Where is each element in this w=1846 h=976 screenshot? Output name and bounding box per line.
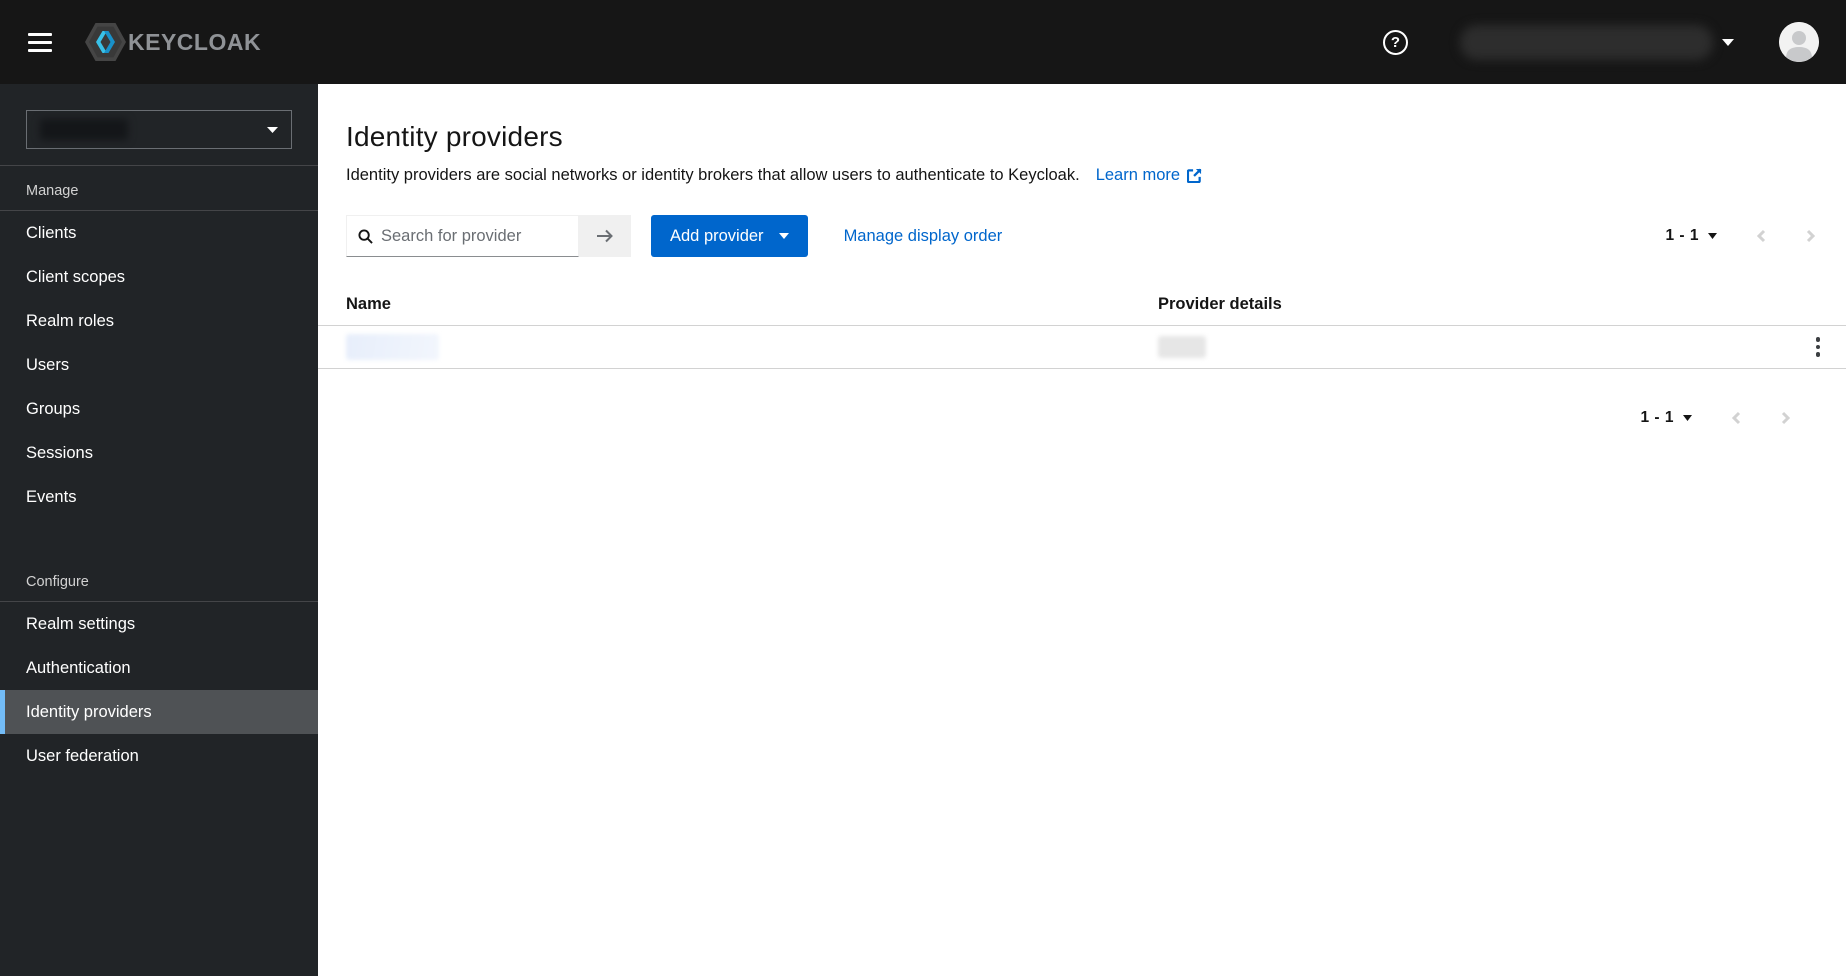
chevron-right-icon — [1781, 411, 1791, 425]
sidebar-item-sessions[interactable]: Sessions — [0, 431, 318, 475]
provider-details-cell — [1158, 336, 1790, 358]
pagination-options-caret-icon[interactable] — [1683, 415, 1692, 421]
sidebar-item-client-scopes[interactable]: Client scopes — [0, 255, 318, 299]
realm-selector[interactable] — [26, 110, 292, 149]
pagination-range: 1 - 1 — [1665, 227, 1699, 244]
page-description: Identity providers are social networks o… — [346, 166, 1817, 185]
keycloak-logo: KEYCLOAK — [85, 23, 261, 61]
page-description-text: Identity providers are social networks o… — [346, 166, 1080, 184]
keycloak-hexagon-icon — [85, 23, 126, 61]
nav-group-manage: Manage Clients Client scopes Realm roles… — [0, 165, 318, 519]
nav-group-configure-label: Configure — [0, 557, 318, 602]
nav-toggle-icon[interactable] — [28, 32, 52, 52]
realm-selector-caret-icon — [267, 126, 278, 133]
redacted-provider-details — [1158, 336, 1206, 358]
add-provider-label: Add provider — [670, 226, 764, 245]
learn-more-link[interactable]: Learn more — [1096, 166, 1202, 185]
pagination-range: 1 - 1 — [1640, 409, 1674, 426]
column-header-provider-details: Provider details — [1158, 295, 1282, 313]
row-kebab-menu-icon[interactable] — [1812, 333, 1825, 361]
sidebar-item-identity-providers[interactable]: Identity providers — [0, 690, 318, 734]
sidebar-item-authentication[interactable]: Authentication — [0, 646, 318, 690]
table-row — [318, 326, 1846, 369]
search-input[interactable] — [381, 226, 578, 246]
add-provider-caret-icon — [778, 233, 789, 239]
chevron-left-icon — [1731, 411, 1741, 425]
external-link-icon — [1187, 168, 1202, 183]
redacted-username[interactable] — [1460, 24, 1713, 60]
chevron-right-icon — [1806, 229, 1816, 243]
column-header-name: Name — [346, 295, 391, 313]
brand-text: KEYCLOAK — [128, 28, 262, 55]
add-provider-button[interactable]: Add provider — [651, 215, 808, 257]
table-header: Name Provider details — [318, 285, 1846, 326]
sidebar: Manage Clients Client scopes Realm roles… — [0, 84, 318, 976]
sidebar-item-realm-settings[interactable]: Realm settings — [0, 602, 318, 646]
providers-table: Name Provider details — [318, 285, 1846, 369]
avatar[interactable] — [1779, 22, 1819, 62]
provider-name-cell — [318, 334, 1158, 360]
help-icon[interactable]: ? — [1383, 29, 1408, 55]
search-box — [346, 215, 579, 257]
sidebar-item-groups[interactable]: Groups — [0, 387, 318, 431]
pagination-bottom: 1 - 1 — [346, 409, 1792, 427]
keycloak-admin-console: KEYCLOAK ? Manage Clients Client scopes … — [0, 0, 1846, 976]
nav-group-manage-label: Manage — [0, 166, 318, 211]
arrow-right-icon — [597, 229, 613, 243]
sidebar-item-user-federation[interactable]: User federation — [0, 734, 318, 778]
sidebar-item-clients[interactable]: Clients — [0, 211, 318, 255]
sidebar-item-events[interactable]: Events — [0, 475, 318, 519]
main-content: Identity providers Identity providers ar… — [318, 84, 1846, 976]
search-icon — [358, 228, 373, 244]
previous-page-button[interactable] — [1755, 228, 1767, 244]
masthead: KEYCLOAK ? — [0, 0, 1846, 84]
next-page-button[interactable] — [1780, 410, 1792, 426]
page-title: Identity providers — [346, 121, 563, 152]
learn-more-label: Learn more — [1095, 166, 1181, 184]
toolbar: Add provider Manage display order 1 - 1 — [346, 215, 1817, 257]
sidebar-item-realm-roles[interactable]: Realm roles — [0, 299, 318, 343]
redacted-provider-name-link[interactable] — [346, 334, 439, 360]
pagination-options-caret-icon[interactable] — [1708, 233, 1717, 239]
redacted-realm-name — [40, 119, 128, 140]
next-page-button[interactable] — [1805, 228, 1817, 244]
manage-display-order-link[interactable]: Manage display order — [844, 227, 1003, 246]
nav-group-configure: Configure Realm settings Authentication … — [0, 557, 318, 778]
sidebar-item-users[interactable]: Users — [0, 343, 318, 387]
chevron-left-icon — [1756, 229, 1766, 243]
search-submit-button[interactable] — [579, 215, 631, 257]
previous-page-button[interactable] — [1730, 410, 1742, 426]
pagination-top: 1 - 1 — [1665, 227, 1817, 245]
user-menu-caret-icon[interactable] — [1722, 38, 1734, 46]
search-group — [346, 215, 631, 257]
